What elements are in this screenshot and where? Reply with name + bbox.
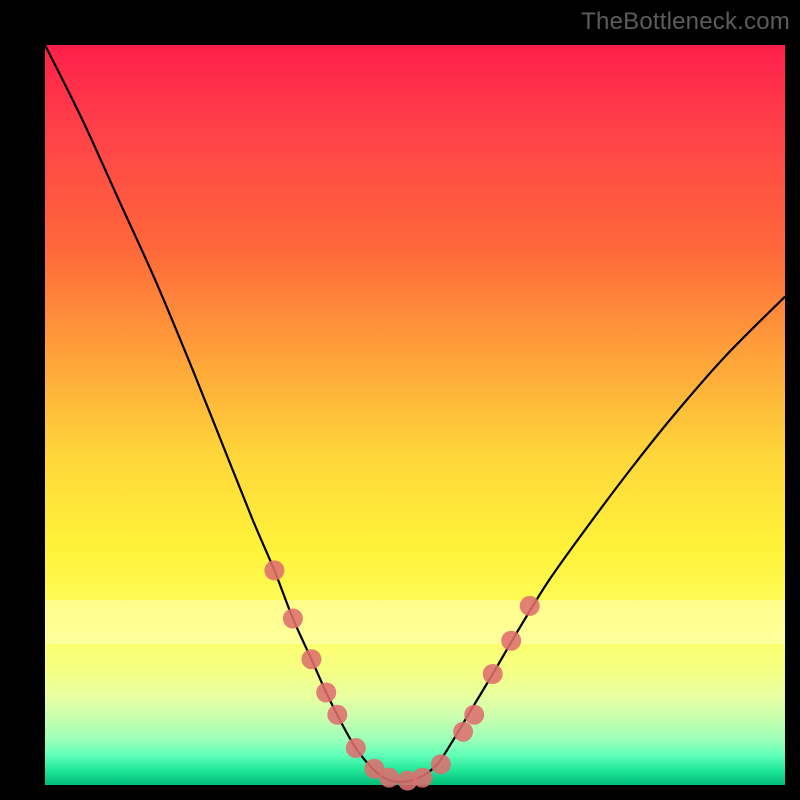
data-marker bbox=[379, 768, 399, 788]
data-marker bbox=[301, 649, 321, 669]
chart-container: TheBottleneck.com bbox=[0, 0, 800, 800]
data-marker bbox=[283, 609, 303, 629]
data-marker bbox=[264, 560, 284, 580]
data-marker bbox=[327, 705, 347, 725]
data-marker bbox=[453, 722, 473, 742]
data-marker bbox=[346, 738, 366, 758]
marker-group bbox=[264, 560, 539, 790]
data-marker bbox=[316, 683, 336, 703]
watermark-text: TheBottleneck.com bbox=[581, 8, 790, 36]
plot-area bbox=[45, 45, 785, 785]
data-marker bbox=[464, 705, 484, 725]
data-marker bbox=[431, 754, 451, 774]
bottleneck-curve bbox=[45, 45, 785, 782]
data-marker bbox=[520, 596, 540, 616]
data-marker bbox=[412, 768, 432, 788]
chart-svg bbox=[45, 45, 785, 785]
data-marker bbox=[501, 631, 521, 651]
data-marker bbox=[483, 664, 503, 684]
